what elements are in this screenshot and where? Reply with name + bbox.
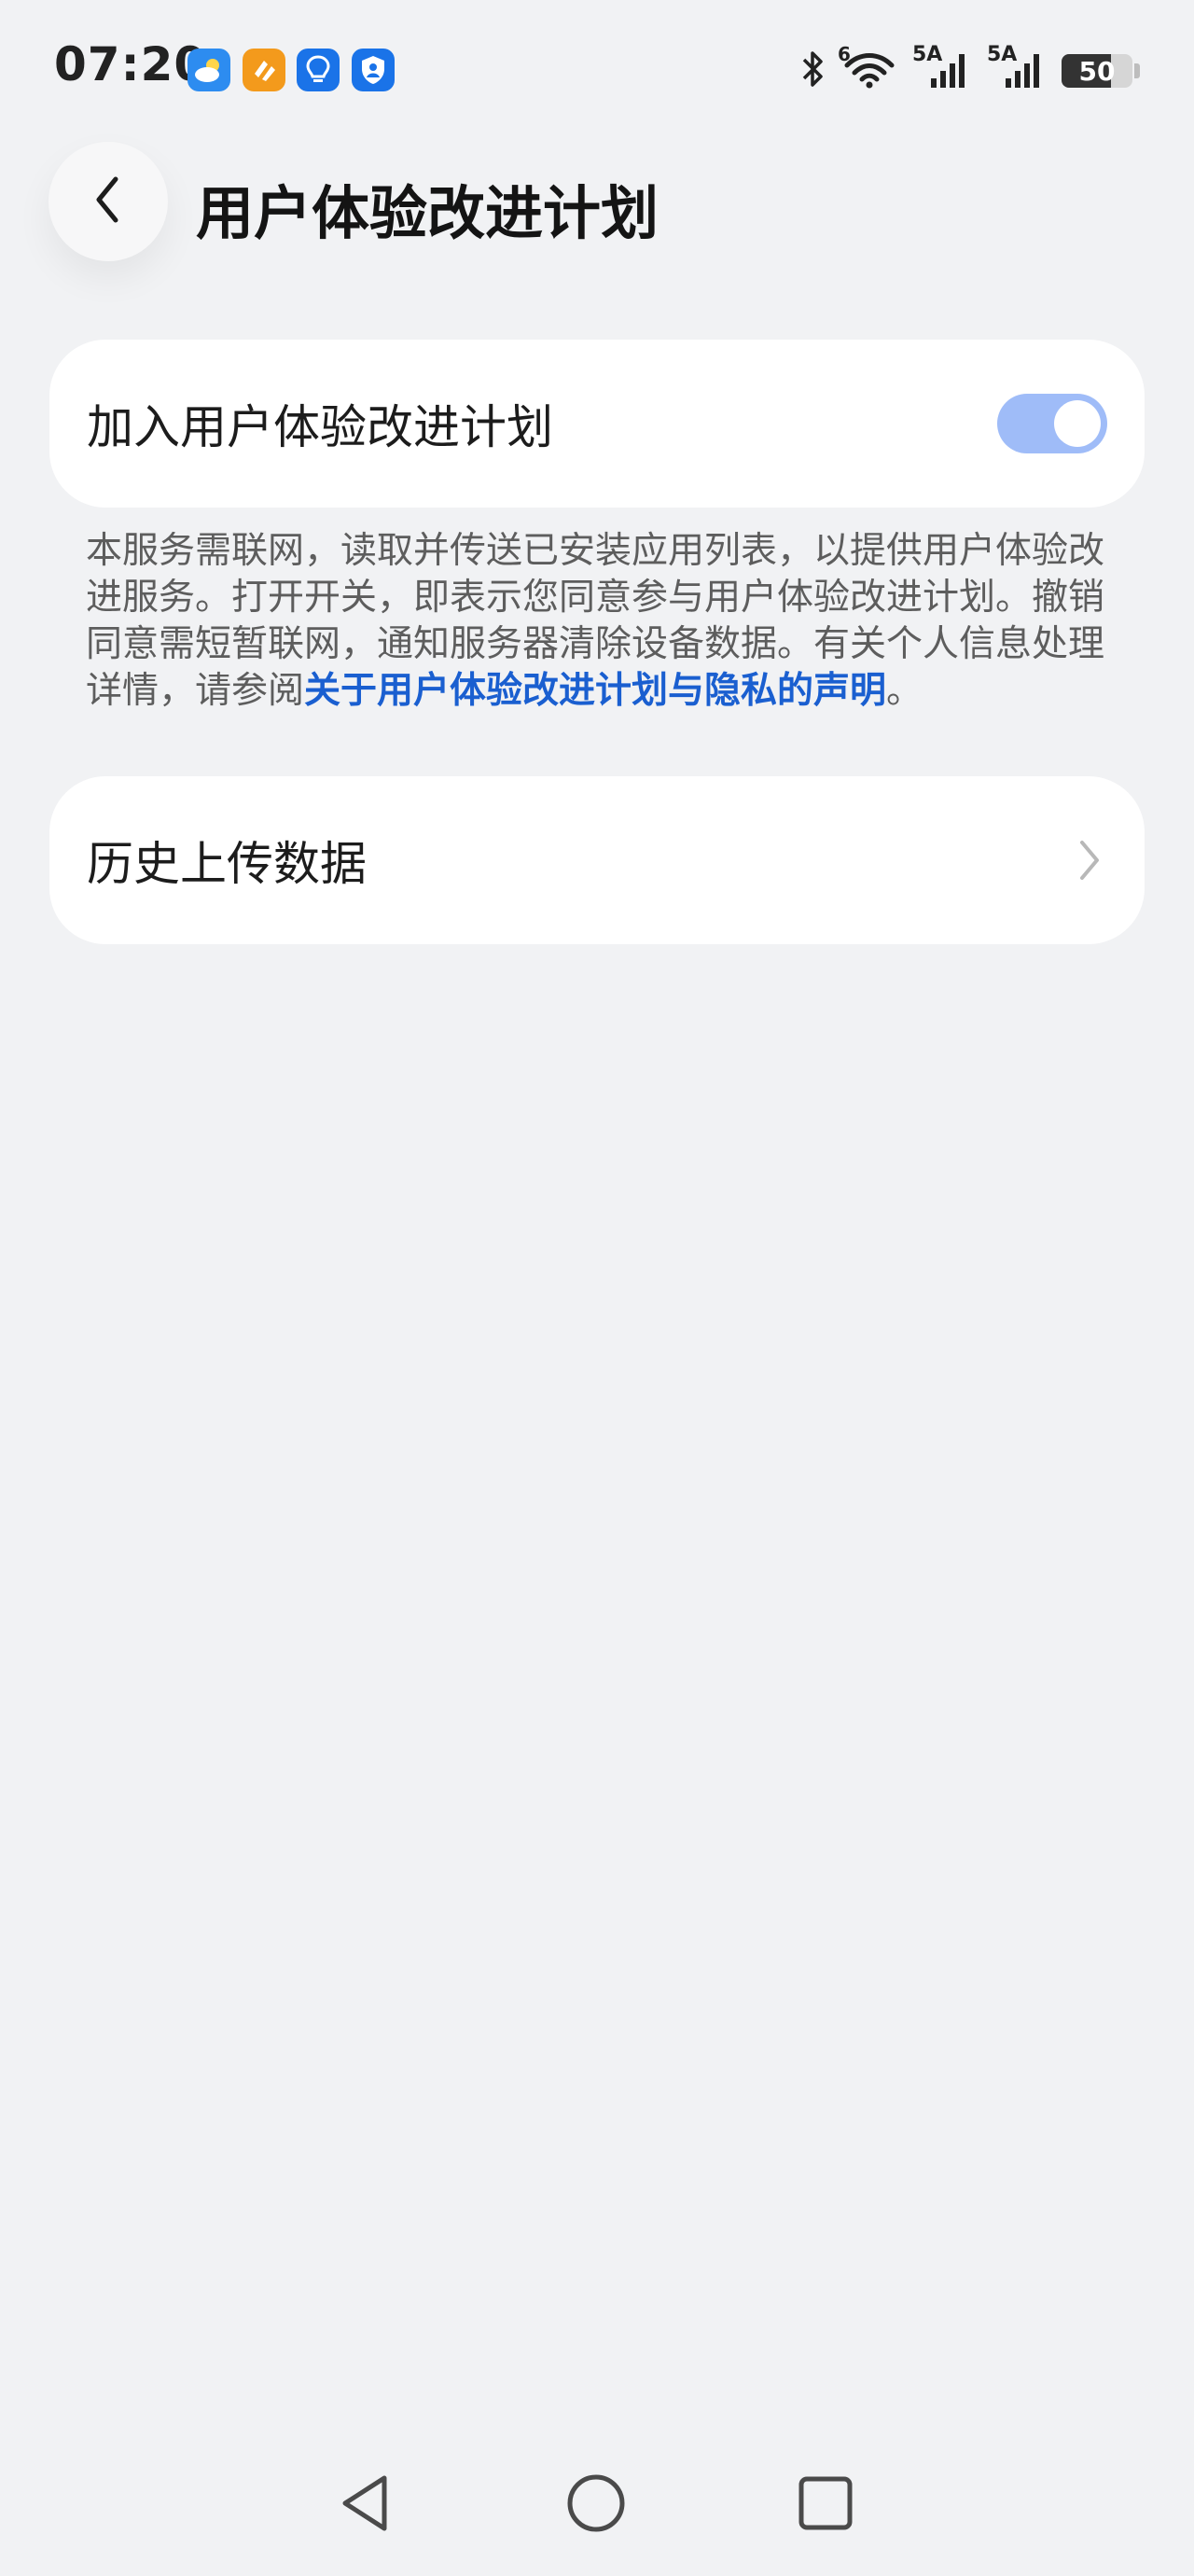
join-program-toggle[interactable] [997, 394, 1107, 453]
description-suffix: 。 [886, 670, 923, 712]
privacy-statement-link[interactable]: 关于用户体验改进计划与隐私的声明 [304, 670, 886, 712]
nav-home-button[interactable] [554, 2463, 638, 2547]
back-button[interactable] [49, 142, 168, 261]
square-recent-icon [793, 2471, 858, 2540]
chevron-right-icon [1070, 832, 1107, 888]
wifi-icon: 6 [838, 43, 897, 93]
join-program-label: 加入用户体验改进计划 [87, 400, 553, 454]
nav-back-button[interactable] [323, 2463, 407, 2547]
join-program-card: 加入用户体验改进计划 [49, 340, 1145, 508]
nav-recent-button[interactable] [784, 2463, 868, 2547]
battery-level: 50 [1078, 55, 1116, 87]
history-upload-label: 历史上传数据 [87, 837, 367, 891]
signal-2-label: 5A [987, 43, 1018, 66]
signal-1-label: 5A [912, 43, 943, 66]
signal-icon-1: 5A [912, 43, 972, 93]
status-indicators: 6 5A 5A 50 [798, 43, 1140, 95]
wifi-label: 6 [838, 43, 851, 65]
signal-icon-2: 5A [987, 43, 1047, 93]
bluetooth-icon [798, 49, 826, 93]
toggle-knob [1054, 400, 1101, 447]
status-bar: 07:20 6 5A 5A 50 [0, 0, 1194, 140]
weather-icon [187, 49, 230, 91]
battery-icon: 50 [1062, 54, 1132, 88]
status-time: 07:20 [54, 37, 208, 91]
lightbulb-app-icon [297, 49, 340, 91]
triangle-back-icon [332, 2471, 397, 2540]
history-upload-data-item[interactable]: 历史上传数据 [49, 776, 1145, 944]
shield-app-icon [352, 49, 395, 91]
page-title: 用户体验改进计划 [196, 179, 659, 247]
orange-app-icon [243, 49, 285, 91]
system-nav-bar [0, 2463, 1194, 2566]
chevron-left-icon [90, 172, 127, 231]
program-description: 本服务需联网，读取并传送已安装应用列表，以提供用户体验改进服务。打开开关，即表示… [86, 528, 1121, 715]
circle-home-icon [563, 2471, 629, 2540]
